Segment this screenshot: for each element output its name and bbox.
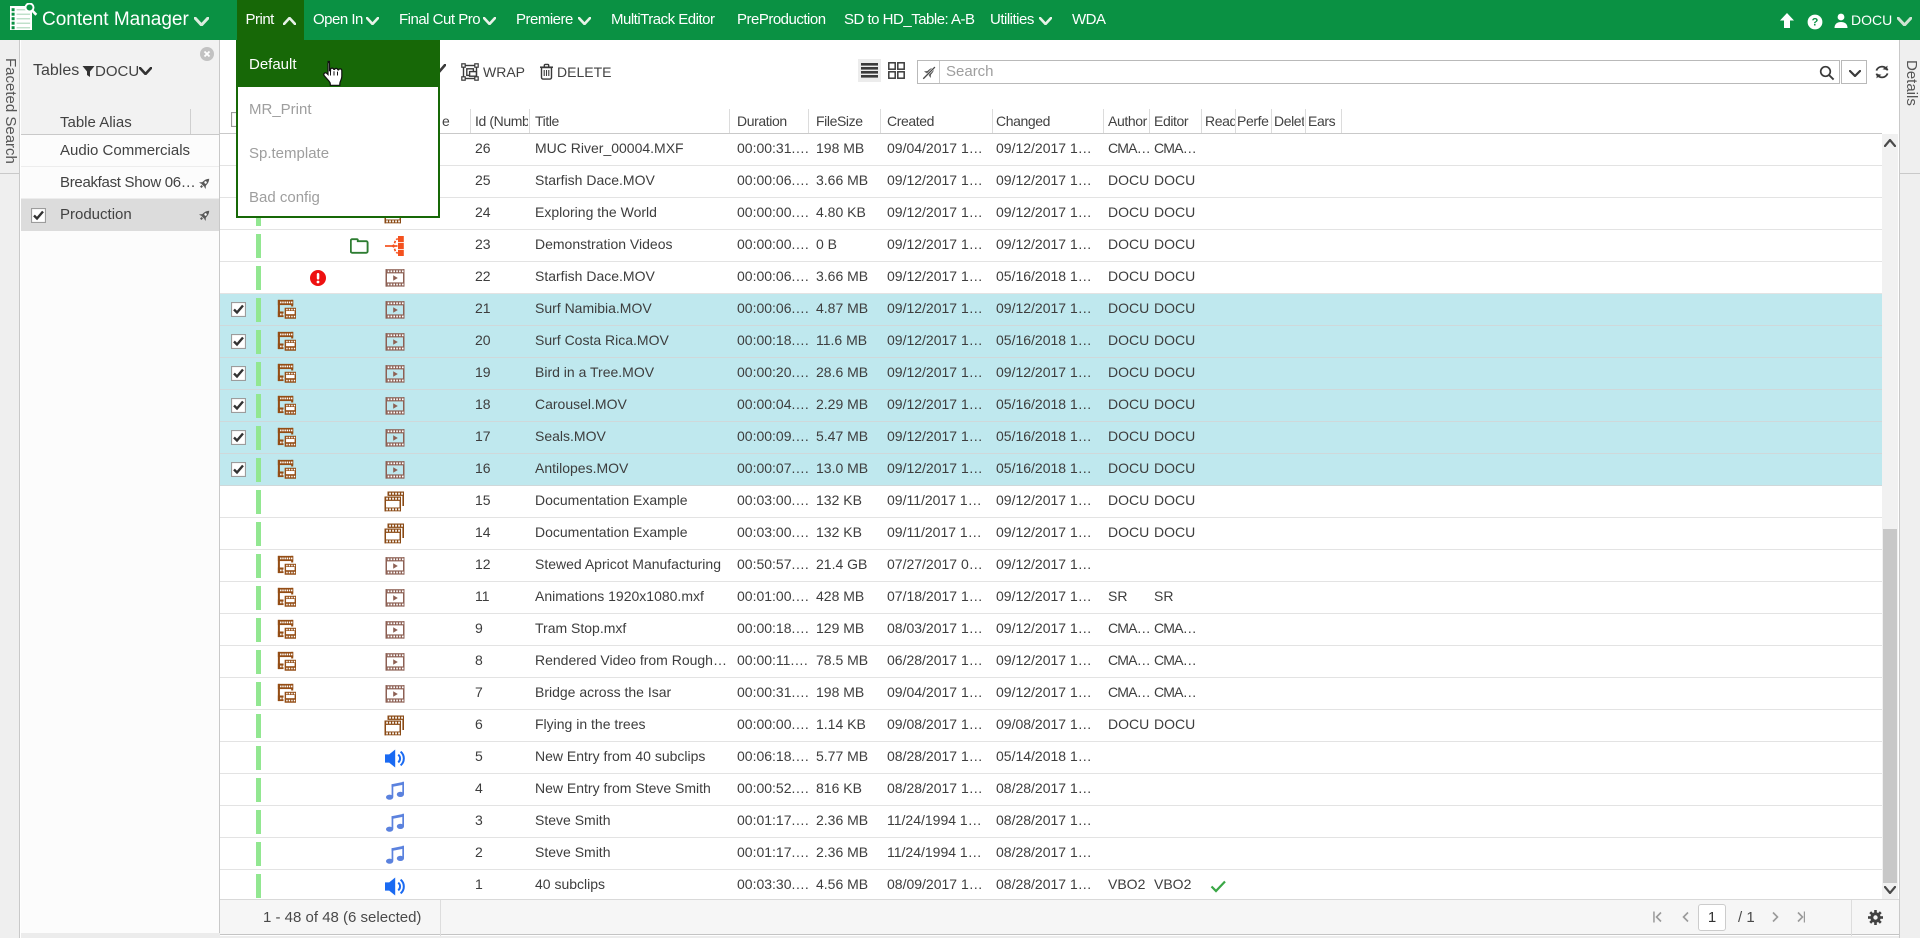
svg-text:?: ?	[1812, 17, 1819, 29]
